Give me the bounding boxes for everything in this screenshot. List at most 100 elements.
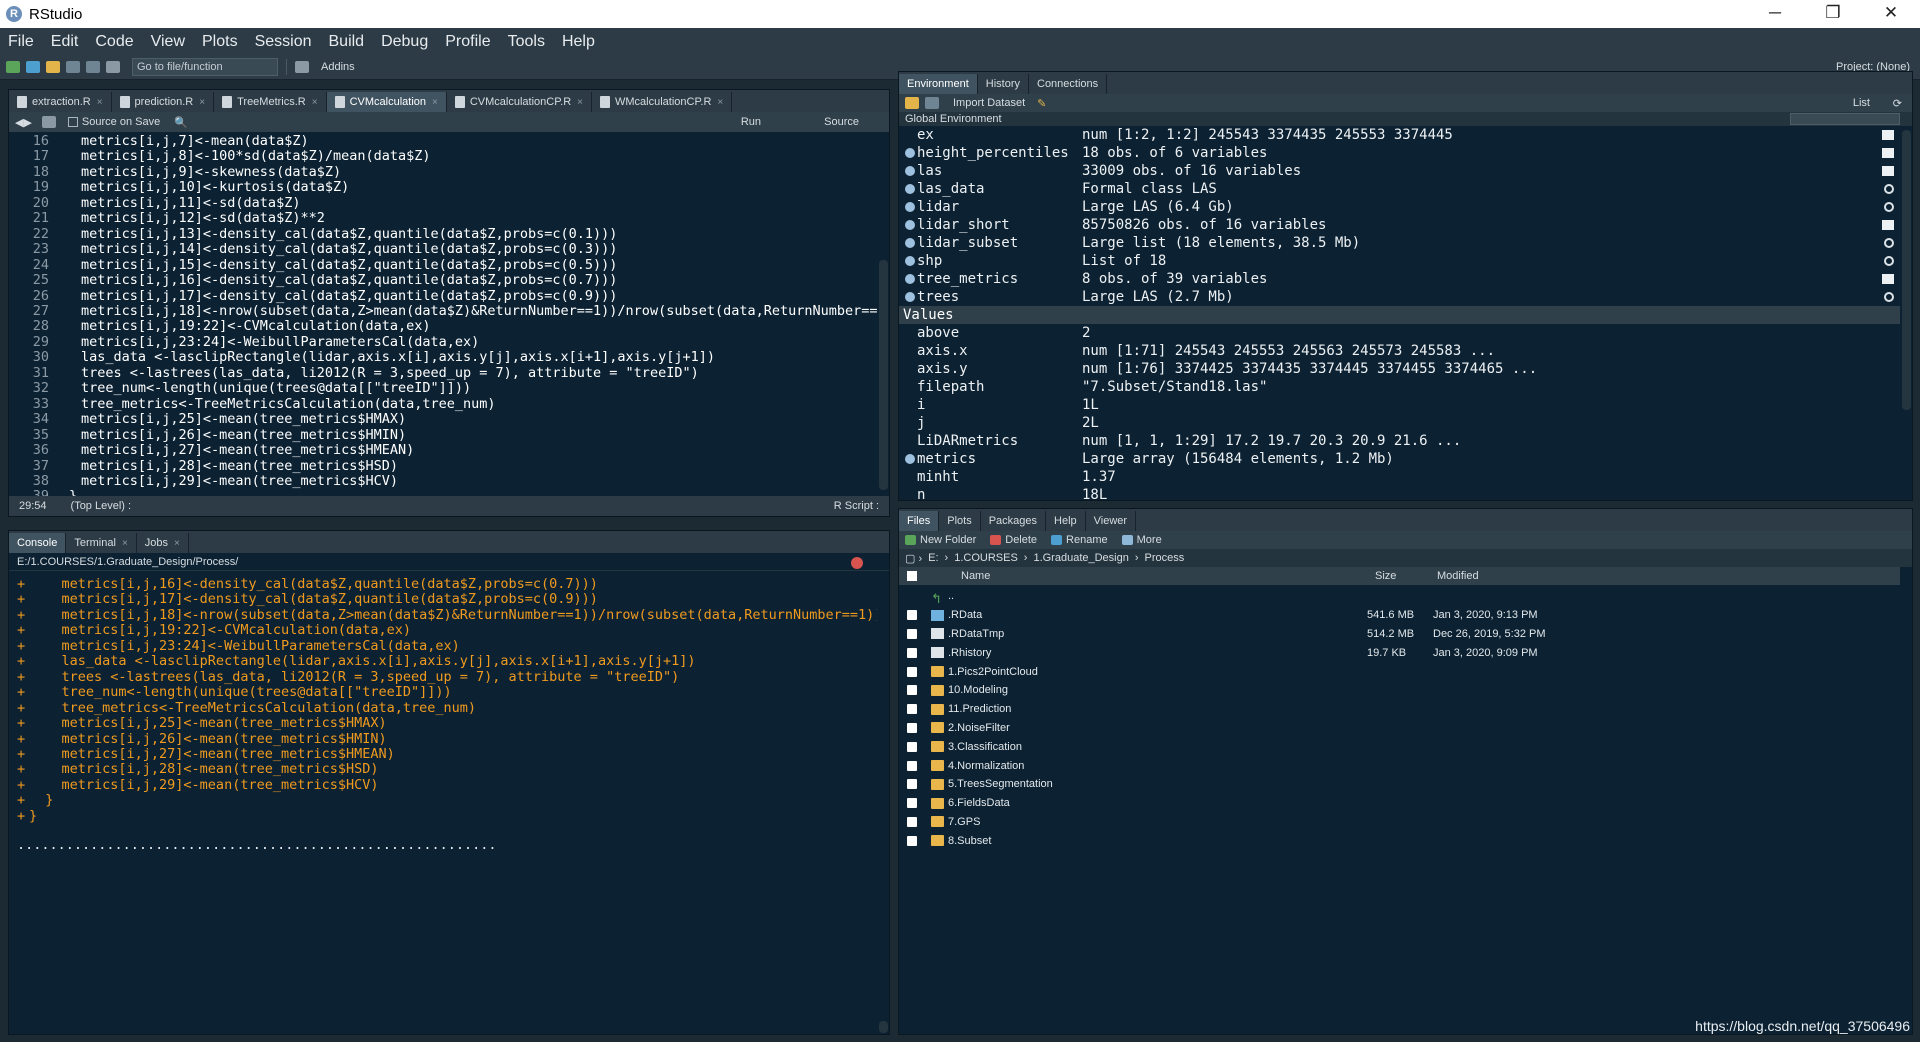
close-button[interactable]: ✕ (1862, 0, 1920, 28)
menu-help[interactable]: Help (562, 33, 595, 51)
close-tab-icon[interactable]: × (199, 97, 205, 108)
file-row[interactable]: 8.Subset (899, 831, 1900, 850)
file-name[interactable]: 2.NoiseFilter (948, 722, 1010, 734)
console-scrollbar[interactable] (879, 1021, 888, 1033)
rename-button[interactable]: Rename (1051, 534, 1108, 546)
menu-plots[interactable]: Plots (202, 33, 238, 51)
tab-help[interactable]: Help (1046, 511, 1086, 531)
env-row-lidar-short[interactable]: lidar_short 85750826 obs. of 16 variables (899, 216, 1900, 234)
file-checkbox[interactable] (907, 760, 917, 771)
save-all-icon[interactable] (86, 61, 100, 73)
select-all-checkbox[interactable] (907, 571, 917, 581)
tab-environment[interactable]: Environment (899, 74, 978, 94)
close-tab-icon[interactable]: × (122, 538, 128, 549)
file-row[interactable]: 5.TreesSegmentation (899, 775, 1900, 794)
expand-icon[interactable] (905, 202, 915, 212)
file-name[interactable]: 4.Normalization (948, 760, 1024, 772)
new-folder-button[interactable]: New Folder (905, 534, 976, 546)
env-row-minht[interactable]: minht 1.37 (899, 468, 1900, 486)
open-file-icon[interactable] (46, 61, 60, 73)
minimize-button[interactable]: ─ (1746, 0, 1804, 28)
search-icon[interactable]: 🔍 (174, 116, 188, 129)
file-row[interactable]: 11.Prediction (899, 700, 1900, 719)
editor-scrollbar[interactable] (879, 260, 888, 490)
view-data-icon[interactable] (1882, 274, 1894, 284)
menu-view[interactable]: View (151, 33, 185, 51)
file-name[interactable]: 3.Classification (948, 741, 1022, 753)
new-project-icon[interactable] (26, 61, 40, 73)
inspect-icon[interactable] (1884, 256, 1894, 266)
file-checkbox[interactable] (907, 666, 917, 677)
close-tab-icon[interactable]: × (432, 97, 438, 108)
file-checkbox[interactable] (907, 685, 917, 696)
view-data-icon[interactable] (1882, 220, 1894, 230)
modified-column-header[interactable]: Modified (1437, 570, 1479, 582)
file-row[interactable]: 10.Modeling (899, 681, 1900, 700)
file-row[interactable]: 6.FieldsData (899, 794, 1900, 813)
file-checkbox[interactable] (907, 628, 917, 639)
tab-extraction-r[interactable]: extraction.R × (9, 92, 112, 112)
file-checkbox[interactable] (907, 779, 917, 790)
menu-debug[interactable]: Debug (381, 33, 428, 51)
view-data-icon[interactable] (1882, 166, 1894, 176)
name-column-header[interactable]: Name (961, 570, 990, 582)
file-checkbox[interactable] (907, 816, 917, 827)
load-workspace-icon[interactable] (905, 97, 919, 109)
env-row-j[interactable]: j 2L (899, 414, 1900, 432)
env-row-trees[interactable]: trees Large LAS (2.7 Mb) (899, 288, 1900, 306)
expand-icon[interactable] (905, 274, 915, 284)
expand-icon[interactable] (905, 454, 915, 464)
back-icon[interactable]: ◀▶ (15, 116, 32, 129)
inspect-icon[interactable] (1884, 292, 1894, 302)
expand-icon[interactable] (905, 220, 915, 230)
list-view-selector[interactable]: List (1853, 97, 1870, 109)
tab-viewer[interactable]: Viewer (1086, 511, 1137, 531)
view-data-icon[interactable] (1882, 130, 1894, 140)
tab-plots[interactable]: Plots (939, 511, 981, 531)
environment-scrollbar[interactable] (1902, 130, 1911, 410)
file-name[interactable]: .Rhistory (948, 647, 991, 659)
file-name[interactable]: 1.Pics2PointCloud (948, 666, 1038, 678)
env-row-las[interactable]: las 33009 obs. of 16 variables (899, 162, 1900, 180)
env-row-lidar-subset[interactable]: lidar_subset Large list (18 elements, 38.… (899, 234, 1900, 252)
menu-tools[interactable]: Tools (508, 33, 545, 51)
delete-button[interactable]: Delete (990, 534, 1037, 546)
refresh-icon[interactable]: ⟳ (1893, 97, 1902, 110)
env-row-shp[interactable]: shp List of 18 (899, 252, 1900, 270)
tab-files[interactable]: Files (899, 511, 940, 531)
save-workspace-icon[interactable] (925, 97, 939, 109)
file-name[interactable]: 5.TreesSegmentation (948, 778, 1053, 790)
file-row[interactable]: .RData 541.6 MB Jan 3, 2020, 9:13 PM (899, 606, 1900, 625)
file-row[interactable]: 2.NoiseFilter (899, 719, 1900, 738)
file-name[interactable]: 10.Modeling (948, 684, 1008, 696)
menu-edit[interactable]: Edit (51, 33, 79, 51)
close-tab-icon[interactable]: × (97, 97, 103, 108)
close-tab-icon[interactable]: × (312, 97, 318, 108)
stop-icon[interactable] (851, 557, 863, 569)
breadcrumb-item[interactable]: 1.Graduate_Design (1033, 552, 1128, 564)
show-in-window-icon[interactable] (41, 116, 56, 128)
file-checkbox[interactable] (907, 798, 917, 809)
close-tab-icon[interactable]: × (577, 97, 583, 108)
env-row-las-data[interactable]: las_data Formal class LAS (899, 180, 1900, 198)
env-row-axis-y[interactable]: axis.y num [1:76] 3374425 3374435 3374445… (899, 360, 1900, 378)
parent-dir-row[interactable]: ↰.. (899, 587, 1900, 606)
close-tab-icon[interactable]: × (174, 538, 180, 549)
menu-profile[interactable]: Profile (445, 33, 490, 51)
file-checkbox[interactable] (907, 835, 917, 846)
go-to-file-input[interactable]: Go to file/function (132, 58, 278, 76)
menu-session[interactable]: Session (255, 33, 312, 51)
source-button[interactable]: Source (824, 116, 859, 128)
env-row-lidar[interactable]: lidar Large LAS (6.4 Gb) (899, 198, 1900, 216)
file-row[interactable]: 3.Classification (899, 737, 1900, 756)
save-icon[interactable] (66, 61, 80, 73)
size-column-header[interactable]: Size (1375, 570, 1396, 582)
env-row-axis-x[interactable]: axis.x num [1:71] 245543 245553 245563 24… (899, 342, 1900, 360)
new-file-icon[interactable] (6, 61, 20, 73)
scope-selector[interactable]: (Top Level) : (71, 500, 132, 512)
env-row-height-percentiles[interactable]: height_percentiles 18 obs. of 6 variables (899, 144, 1900, 162)
tab-wmcalculationcp-r[interactable]: WMcalculationCP.R × (592, 92, 733, 112)
tab-jobs[interactable]: Jobs × (137, 533, 189, 553)
tab-packages[interactable]: Packages (981, 511, 1047, 531)
env-row-tree-metrics[interactable]: tree_metrics 8 obs. of 39 variables (899, 270, 1900, 288)
